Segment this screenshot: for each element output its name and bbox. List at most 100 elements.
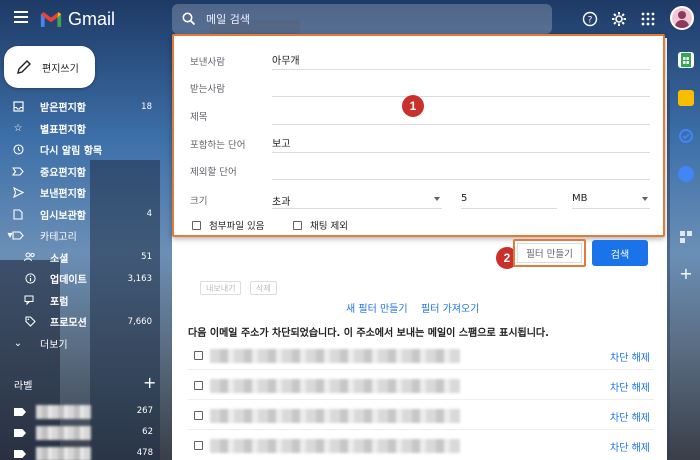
- info-icon: [24, 273, 36, 285]
- to-input[interactable]: [272, 77, 650, 97]
- sheets-icon[interactable]: [678, 52, 694, 68]
- star-icon: ☆: [13, 122, 23, 134]
- sidebar-label-item[interactable]: 478: [14, 445, 159, 460]
- forum-icon: [24, 294, 36, 306]
- blocked-address-row: 차단 해제: [188, 342, 654, 370]
- add-addon-icon[interactable]: +: [678, 266, 694, 282]
- row-checkbox[interactable]: [194, 381, 203, 390]
- unblock-link[interactable]: 차단 해제: [610, 349, 650, 364]
- sidebar-item-inbox[interactable]: 받은편지함 18: [0, 96, 160, 118]
- size-operator-value: 초과: [272, 197, 291, 208]
- apps-grid-icon[interactable]: [638, 9, 658, 29]
- sidebar-item-label: 포럼: [50, 296, 69, 308]
- blocked-address-row: 차단 해제: [188, 432, 654, 460]
- create-new-filter-link[interactable]: 새 필터 만들기: [346, 300, 408, 315]
- compose-button[interactable]: 편지쓰기: [4, 46, 95, 88]
- caret-down-icon: [642, 197, 648, 201]
- label-tag-icon: [14, 408, 26, 416]
- gmail-logo[interactable]: Gmail: [40, 8, 115, 30]
- unblock-link[interactable]: 차단 해제: [610, 379, 650, 394]
- redacted-label-name: [36, 447, 91, 460]
- keep-icon[interactable]: [678, 90, 694, 106]
- label-count: 478: [136, 448, 153, 458]
- side-panel-rail: +: [670, 44, 700, 460]
- redacted-label-name: [36, 426, 91, 440]
- blocked-addresses-notice: 다음 이메일 주소가 차단되었습니다. 이 주소에서 보내는 메일이 스팸으로 …: [188, 328, 549, 339]
- sidebar-item-more[interactable]: ⌄ 더보기: [0, 333, 160, 355]
- sidebar-item-snoozed[interactable]: 다시 알림 항목: [0, 139, 160, 161]
- main-menu-button[interactable]: [10, 8, 32, 30]
- delete-button[interactable]: 삭제: [250, 281, 277, 295]
- sidebar-item-label: 더보기: [40, 339, 68, 351]
- from-input[interactable]: [272, 50, 650, 70]
- sidebar-item-count: 7,660: [127, 316, 152, 327]
- important-icon: [12, 165, 24, 177]
- label-tag-icon: [14, 450, 26, 458]
- redacted-email-address: [210, 379, 460, 393]
- row-checkbox[interactable]: [194, 351, 203, 360]
- not-words-input[interactable]: [272, 160, 650, 180]
- has-attachment-checkbox[interactable]: 첨부파일 있음: [192, 218, 264, 232]
- search-button[interactable]: 검색: [592, 240, 648, 266]
- help-icon[interactable]: ?: [580, 9, 600, 29]
- clock-icon: [12, 144, 24, 156]
- import-filters-link[interactable]: 필터 가져오기: [421, 300, 479, 315]
- size-operator-select[interactable]: 초과: [272, 189, 442, 209]
- search-bar[interactable]: [172, 4, 552, 34]
- search-input[interactable]: [206, 12, 506, 26]
- create-filter-button[interactable]: 필터 만들기: [517, 243, 582, 263]
- sidebar-item-drafts[interactable]: 임시보관함 4: [0, 204, 160, 226]
- exclude-chats-checkbox[interactable]: 채팅 제외: [293, 218, 348, 232]
- blocked-address-row: 차단 해제: [188, 372, 654, 400]
- account-avatar[interactable]: [670, 6, 694, 30]
- unblock-link[interactable]: 차단 해제: [610, 409, 650, 424]
- app-title: Gmail: [68, 8, 116, 29]
- chevron-down-icon: ⌄: [13, 337, 23, 349]
- label-count: 267: [136, 406, 153, 416]
- sidebar-item-starred[interactable]: ☆ 별표편지함: [0, 118, 160, 140]
- sidebar-item-updates[interactable]: 업데이트 3,163: [0, 268, 160, 290]
- size-value-input[interactable]: 5: [461, 189, 557, 209]
- checkbox[interactable]: [192, 220, 201, 230]
- to-field: 받는사람: [190, 77, 650, 97]
- to-label: 받는사람: [190, 84, 225, 95]
- sidebar-item-categories[interactable]: ▾ 카테고리: [0, 225, 160, 247]
- unblock-link[interactable]: 차단 해제: [610, 439, 650, 454]
- size-value: 5: [461, 193, 468, 204]
- add-label-icon[interactable]: +: [143, 373, 156, 392]
- compose-label: 편지쓰기: [42, 63, 79, 75]
- sidebar-item-sent[interactable]: 보낸편지함: [0, 182, 160, 204]
- sidebar-item-count: 3,163: [127, 273, 152, 284]
- sidebar-item-social[interactable]: 소셜 51: [0, 247, 160, 269]
- inbox-icon: [12, 101, 24, 113]
- from-label: 보낸사람: [190, 57, 225, 68]
- subject-input[interactable]: [272, 105, 650, 125]
- exclude-chats-label: 채팅 제외: [310, 221, 348, 232]
- checkbox[interactable]: [293, 220, 302, 230]
- sidebar-label-item[interactable]: 267: [14, 403, 159, 421]
- sidebar: 받은편지함 18 ☆ 별표편지함 다시 알림 항목 중요편지함 보낸편지함 임시…: [0, 96, 160, 354]
- size-unit-select[interactable]: MB: [572, 189, 650, 209]
- gmail-m-icon: [40, 11, 62, 27]
- contacts-icon[interactable]: [678, 166, 694, 182]
- pencil-icon: [17, 60, 31, 74]
- row-checkbox[interactable]: [194, 411, 203, 420]
- export-button[interactable]: 내보내기: [200, 281, 242, 295]
- label-tag-icon: [14, 429, 26, 437]
- redacted-email-address: [210, 439, 460, 453]
- sidebar-item-promotions[interactable]: 프로모션 7,660: [0, 311, 160, 333]
- sidebar-item-forums[interactable]: 포럼: [0, 290, 160, 312]
- redacted-email-address: [210, 409, 460, 423]
- has-words-input[interactable]: [272, 133, 650, 153]
- sidebar-item-important[interactable]: 중요편지함: [0, 161, 160, 183]
- sidebar-label-item[interactable]: 62: [14, 424, 159, 442]
- more-apps-icon[interactable]: [678, 229, 694, 245]
- search-icon[interactable]: [182, 12, 196, 26]
- annotation-marker-1: 1: [402, 95, 424, 117]
- row-checkbox[interactable]: [194, 441, 203, 450]
- sidebar-item-label: 카테고리: [40, 232, 77, 244]
- settings-gear-icon[interactable]: [609, 9, 629, 29]
- from-field: 보낸사람: [190, 50, 650, 70]
- tasks-icon[interactable]: [678, 128, 694, 144]
- svg-text:?: ?: [588, 16, 593, 26]
